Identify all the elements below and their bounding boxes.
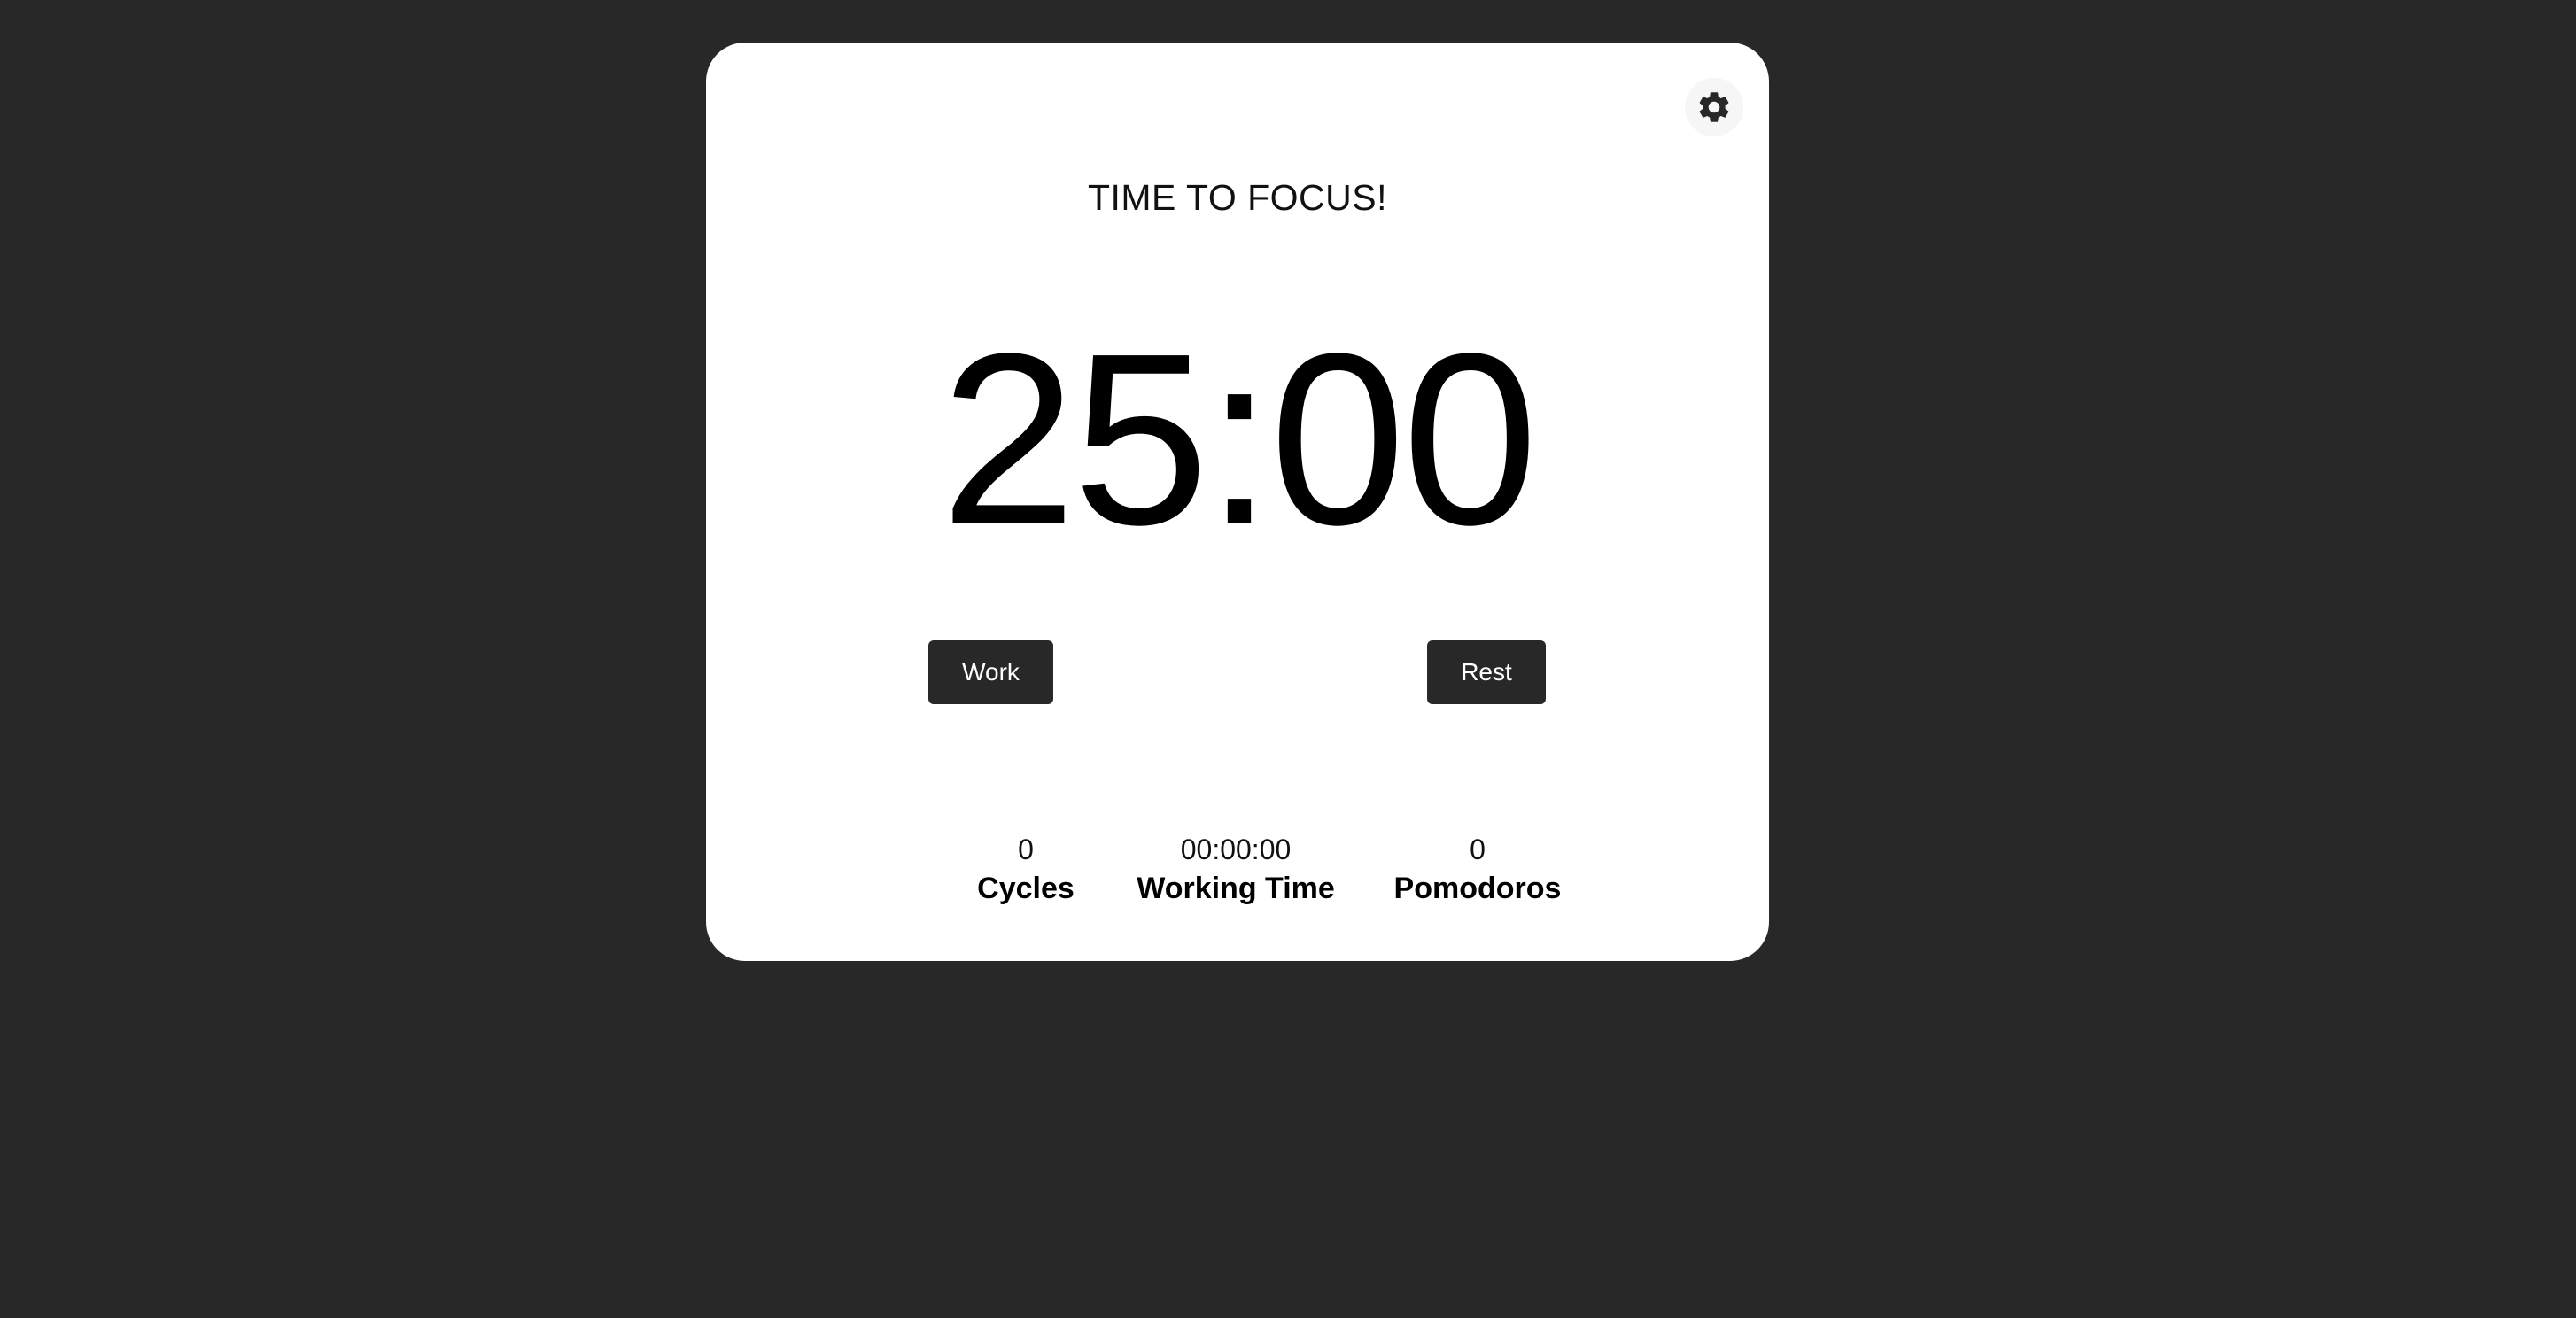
settings-button[interactable] [1685, 78, 1743, 136]
stat-pomodoros: 0 Pomodoros [1394, 831, 1562, 906]
focus-heading: TIME TO FOCUS! [1087, 177, 1388, 218]
timer-display: 25:00 [940, 303, 1539, 576]
stat-cycles: 0 Cycles [977, 831, 1075, 906]
working-time-value: 00:00:00 [1180, 833, 1292, 865]
cycles-label: Cycles [977, 872, 1075, 905]
rest-button[interactable]: Rest [1427, 640, 1546, 704]
pomodoro-card: TIME TO FOCUS! 25:00 Work Rest 0 Cycles … [706, 43, 1769, 961]
gear-icon [1699, 92, 1729, 122]
working-time-label: Working Time [1137, 872, 1335, 905]
pomodoros-value: 0 [1470, 833, 1486, 865]
stat-working-time: 00:00:00 Working Time [1137, 831, 1335, 906]
work-button[interactable]: Work [928, 640, 1053, 704]
pomodoros-label: Pomodoros [1393, 872, 1562, 905]
cycles-value: 0 [1018, 833, 1034, 865]
